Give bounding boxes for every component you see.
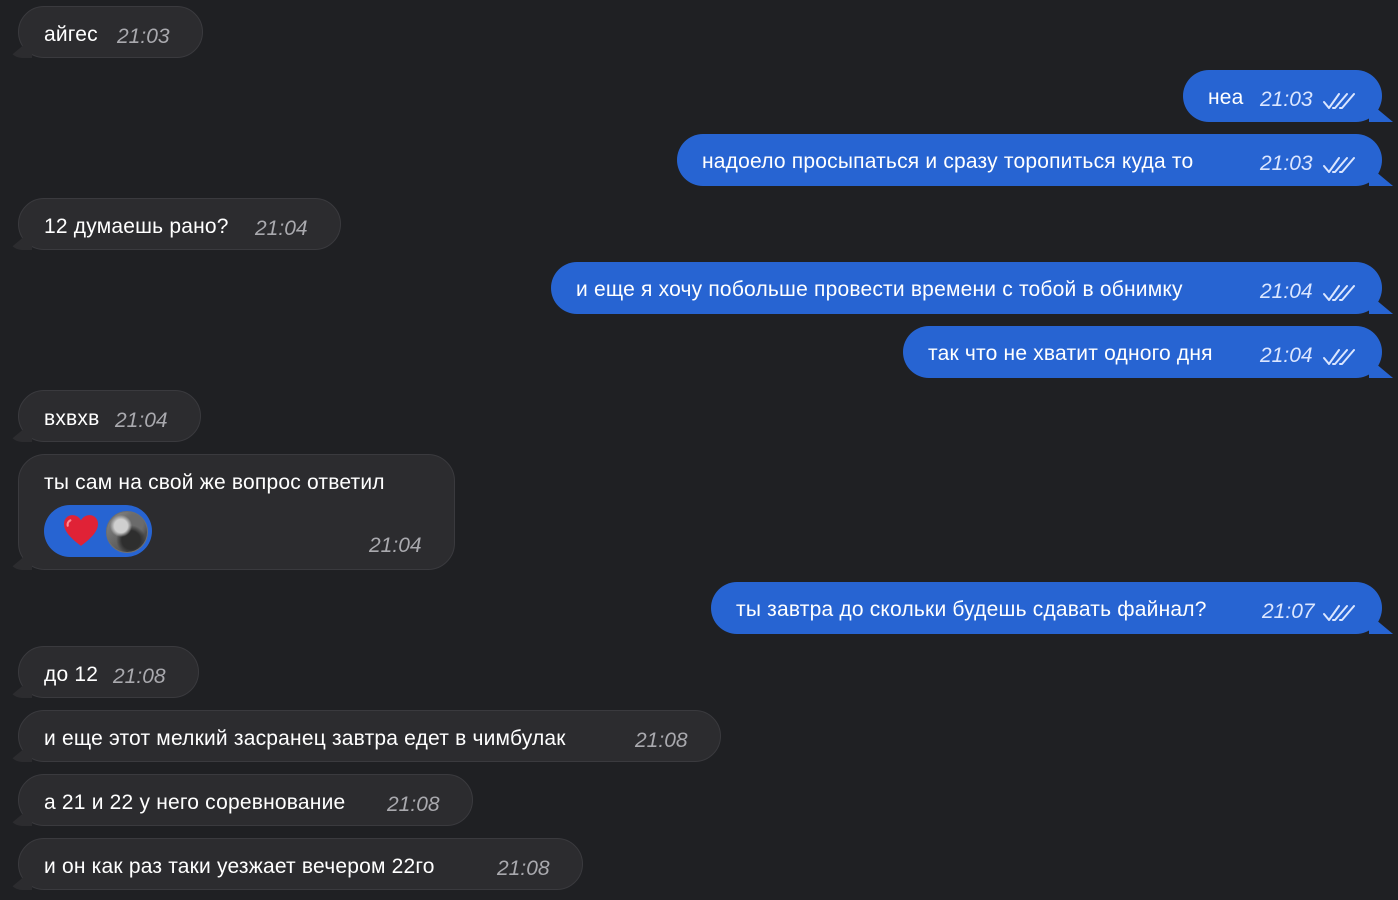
message-outgoing[interactable]: ты завтра до скольки будешь сдавать файн… <box>711 582 1382 634</box>
message-text: и еще я хочу побольше провести времени с… <box>576 278 1183 301</box>
message-outgoing[interactable]: неа 21:03 <box>1183 70 1382 122</box>
message-text: а 21 и 22 у него соревнование <box>44 791 346 814</box>
message-incoming[interactable]: до 12 21:08 <box>18 646 199 698</box>
message-time: 21:04 <box>369 534 422 557</box>
message-text: ты сам на свой же вопрос ответил <box>44 471 385 494</box>
message-text: вхвхв <box>44 407 100 430</box>
avatar[interactable] <box>106 511 148 553</box>
message-time: 21:08 <box>635 729 688 752</box>
message-text: айгес <box>44 23 98 46</box>
message-text: 12 думаешь рано? <box>44 215 229 238</box>
message-incoming[interactable]: и еще этот мелкий засранец завтра едет в… <box>18 710 721 762</box>
double-check-icon <box>1323 347 1355 367</box>
message-incoming[interactable]: ты сам на свой же вопрос ответил 21:04 <box>18 454 455 570</box>
message-time: 21:08 <box>113 665 166 688</box>
message-time: 21:08 <box>497 857 550 880</box>
message-text: так что не хватит одного дня <box>928 342 1213 365</box>
message-time: 21:08 <box>387 793 440 816</box>
message-text: ты завтра до скольки будешь сдавать файн… <box>736 598 1207 621</box>
message-time: 21:04 <box>1260 344 1313 367</box>
double-check-icon <box>1323 155 1355 175</box>
double-check-icon <box>1323 603 1355 623</box>
message-time: 21:03 <box>1260 88 1313 111</box>
message-text: и он как раз таки уезжает вечером 22го <box>44 855 435 878</box>
message-text: до 12 <box>44 663 99 686</box>
message-incoming[interactable]: айгес 21:03 <box>18 6 203 58</box>
message-text: неа <box>1208 86 1244 109</box>
message-time: 21:03 <box>1260 152 1313 175</box>
message-time: 21:04 <box>1260 280 1313 303</box>
heart-icon <box>64 515 98 546</box>
double-check-icon <box>1323 283 1355 303</box>
message-incoming[interactable]: 12 думаешь рано? 21:04 <box>18 198 341 250</box>
message-time: 21:04 <box>255 217 308 240</box>
message-text: и еще этот мелкий засранец завтра едет в… <box>44 727 566 750</box>
message-time: 21:07 <box>1262 600 1315 623</box>
double-check-icon <box>1323 91 1355 111</box>
message-outgoing[interactable]: так что не хватит одного дня 21:04 <box>903 326 1382 378</box>
message-outgoing[interactable]: и еще я хочу побольше провести времени с… <box>551 262 1382 314</box>
chat-thread: айгес 21:03 неа 21:03 надоело просыпатьс… <box>0 0 1398 900</box>
message-incoming[interactable]: а 21 и 22 у него соревнование 21:08 <box>18 774 473 826</box>
message-time: 21:04 <box>115 409 168 432</box>
message-time: 21:03 <box>117 25 170 48</box>
message-outgoing[interactable]: надоело просыпаться и сразу торопиться к… <box>677 134 1382 186</box>
message-text: надоело просыпаться и сразу торопиться к… <box>702 150 1194 173</box>
reaction-pill[interactable] <box>44 505 152 557</box>
message-incoming[interactable]: и он как раз таки уезжает вечером 22го 2… <box>18 838 583 890</box>
message-incoming[interactable]: вхвхв 21:04 <box>18 390 201 442</box>
